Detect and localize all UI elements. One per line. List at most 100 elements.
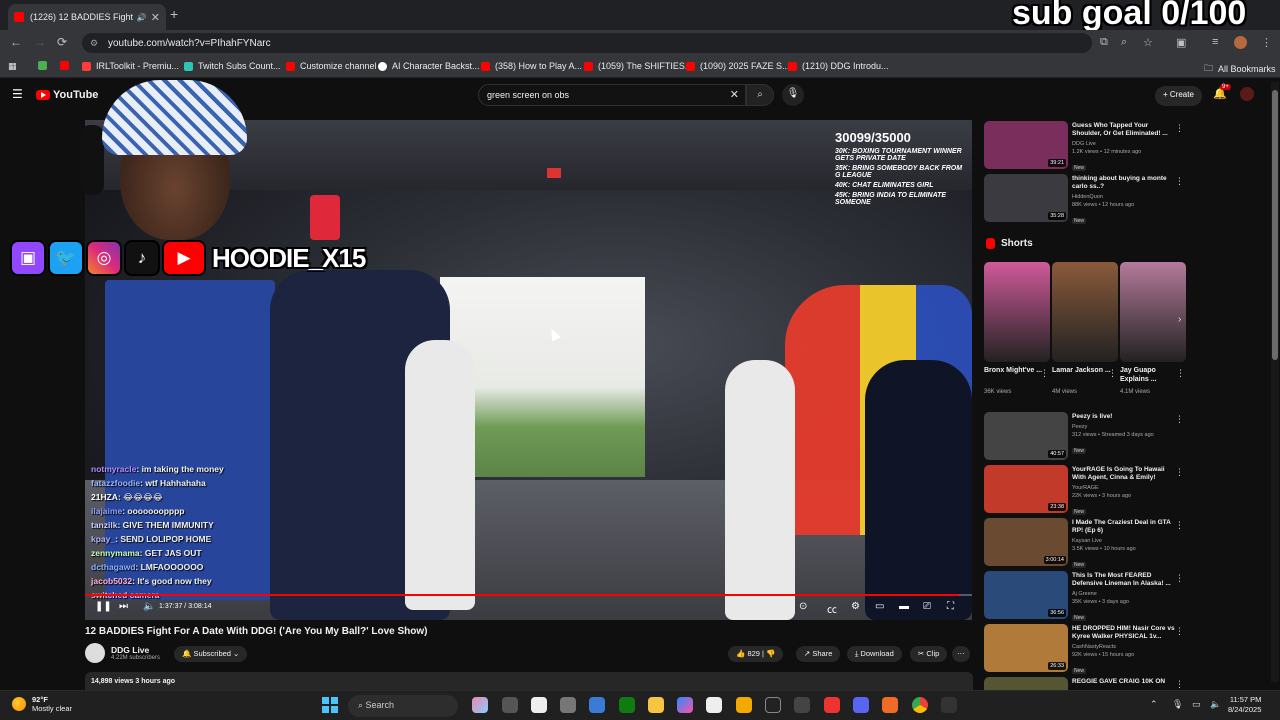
forward-icon[interactable]: → (34, 35, 46, 49)
bookmark-item[interactable]: Customize channel (286, 61, 377, 71)
start-button[interactable] (322, 697, 338, 713)
more-options-icon[interactable]: ⋮ (1175, 414, 1184, 425)
recommended-video[interactable]: 36:56 This Is The Most FEARED Defensive L… (984, 571, 1184, 621)
xbox-icon[interactable] (619, 697, 635, 713)
short-thumbnail[interactable] (1120, 262, 1186, 362)
like-button[interactable]: 👍 829 | 👎 (728, 646, 784, 662)
recommended-channel[interactable]: Peezy (1072, 423, 1176, 431)
create-button[interactable]: + Create (1155, 86, 1202, 106)
video-thumbnail[interactable]: 26:33 (984, 624, 1068, 672)
miniplayer-icon[interactable]: ▭ (875, 601, 884, 612)
bookmark-item[interactable]: (1210) DDG Introdu... (788, 61, 889, 71)
captions-icon[interactable]: ㏄ (827, 601, 837, 616)
search-button[interactable]: ⌕ (746, 84, 774, 106)
fullscreen-icon[interactable]: ⛶ (947, 601, 954, 612)
menu-kebab-icon[interactable]: ⋮ (1261, 36, 1272, 49)
autoplay-toggle[interactable]: ⊙ (799, 601, 807, 612)
search-input[interactable]: green screen on obs ✕ (478, 84, 746, 106)
system-clock[interactable]: 11:57 PM 8/24/2025 (1228, 695, 1261, 715)
back-icon[interactable]: ← (10, 35, 22, 49)
app-icon[interactable] (824, 697, 840, 713)
pause-button[interactable]: ❚❚ (95, 601, 112, 612)
recommended-channel[interactable]: CashNastyReacts (1072, 643, 1176, 651)
more-options-icon[interactable]: ⋮ (1175, 679, 1184, 690)
tray-chevron-icon[interactable]: ⌃ (1150, 699, 1158, 710)
volume-tray-icon[interactable]: 🔈 (1210, 699, 1221, 710)
more-options-icon[interactable]: ⋮ (1175, 573, 1184, 584)
profile-avatar[interactable] (1234, 36, 1247, 49)
more-actions-icon[interactable]: ⋯ (952, 646, 970, 662)
taskbar-search[interactable]: ⌕ Search (348, 695, 458, 717)
recommended-video[interactable]: 3:00:14 I Made The Craziest Deal in GTA R… (984, 518, 1184, 568)
weather-widget[interactable]: 92°F Mostly clear (12, 695, 72, 713)
recommended-channel[interactable]: Kaysan Live (1072, 537, 1176, 545)
short-title[interactable]: Jay Guapo Explains ... (1120, 366, 1180, 384)
install-app-icon[interactable]: ⧉ (1100, 36, 1108, 49)
clear-search-icon[interactable]: ✕ (730, 88, 739, 101)
shorts-next-chevron-icon[interactable]: › (1178, 314, 1181, 325)
bookmark-youtube-icon[interactable] (60, 61, 74, 70)
video-thumbnail[interactable]: 39:21 (984, 121, 1068, 169)
app-icon[interactable] (794, 697, 810, 713)
obs-icon[interactable] (765, 697, 781, 713)
recommended-title[interactable]: Peezy is live! (1072, 413, 1176, 421)
voice-search-button[interactable]: 🎙 (782, 84, 804, 106)
recommended-title[interactable]: This Is The Most FEARED Defensive Linema… (1072, 572, 1176, 588)
new-tab-button[interactable]: + (170, 6, 178, 22)
app-icon[interactable] (560, 697, 576, 713)
chrome-icon[interactable] (912, 697, 928, 713)
app-icon[interactable] (531, 697, 547, 713)
more-options-icon[interactable]: ⋮ (1108, 368, 1117, 379)
recommended-channel[interactable]: DDG Live (1072, 140, 1176, 148)
recommended-channel[interactable]: YourRAGE (1072, 484, 1176, 492)
download-button[interactable]: ⤓ Download (847, 646, 902, 662)
share-button[interactable]: ↗ Share (796, 646, 841, 662)
notepad-icon[interactable] (706, 697, 722, 713)
more-options-icon[interactable]: ⋮ (1175, 626, 1184, 637)
account-avatar[interactable] (1240, 87, 1254, 101)
bookmark-star-icon[interactable]: ☆ (1143, 36, 1153, 49)
more-options-icon[interactable]: ⋮ (1040, 368, 1049, 379)
recommended-video[interactable]: 26:33 HE DROPPED HIM! Nasir Core vs Kyree… (984, 624, 1184, 674)
video-thumbnail[interactable]: 36:56 (984, 571, 1068, 619)
recommended-title[interactable]: Guess Who Tapped Your Shoulder, Or Get E… (1072, 122, 1176, 138)
bookmark-item[interactable]: (358) How to Play A... (481, 61, 582, 71)
all-bookmarks-folder[interactable]: 🗀 All Bookmarks (1204, 61, 1276, 77)
recommended-title[interactable]: I Made The Craziest Deal in GTA RP! (Ep … (1072, 519, 1176, 535)
more-options-icon[interactable]: ⋮ (1175, 176, 1184, 187)
recommended-video[interactable]: 39:21 Guess Who Tapped Your Shoulder, Or … (984, 121, 1184, 171)
next-video-icon[interactable]: ⏭ (119, 601, 128, 612)
video-thumbnail[interactable]: 23:38 (984, 465, 1068, 513)
video-thumbnail[interactable]: 40:57 (984, 412, 1068, 460)
video-thumbnail[interactable]: 3:00:14 (984, 518, 1068, 566)
scrollbar-thumb[interactable] (1272, 90, 1278, 360)
channel-avatar[interactable] (85, 643, 105, 663)
discord-icon[interactable] (853, 697, 869, 713)
recommended-title[interactable]: REGGIE GAVE CRAIG 10K ON (1072, 678, 1176, 686)
more-options-icon[interactable]: ⋮ (1175, 520, 1184, 531)
clip-button[interactable]: ✂ Clip (910, 646, 948, 662)
cast-icon[interactable]: ⎚ (923, 601, 931, 612)
store-icon[interactable] (589, 697, 605, 713)
app-icon[interactable] (736, 697, 752, 713)
zoom-icon[interactable]: ⌕ (1121, 36, 1127, 49)
bookmark-item[interactable]: (1059) The SHIFTIES... (584, 61, 692, 71)
short-thumbnail[interactable] (984, 262, 1050, 362)
close-tab-icon[interactable]: ✕ (151, 11, 160, 24)
theater-mode-icon[interactable]: ▬ (899, 601, 909, 612)
video-thumbnail[interactable]: 35:28 (984, 174, 1068, 222)
network-icon[interactable]: ▭ (1192, 699, 1201, 710)
widgets-icon[interactable] (472, 697, 488, 713)
subscribed-button[interactable]: 🔔 Subscribed ⌄ (174, 646, 248, 662)
recommended-channel[interactable]: HiddenQuon (1072, 193, 1176, 201)
recommended-title[interactable]: YourRAGE Is Going To Hawaii With Agent, … (1072, 466, 1176, 482)
file-explorer-icon[interactable] (648, 697, 664, 713)
short-title[interactable]: Lamar Jackson ... (1052, 366, 1112, 375)
more-options-icon[interactable]: ⋮ (1175, 123, 1184, 134)
recommended-title[interactable]: HE DROPPED HIM! Nasir Core vs Kyree Walk… (1072, 625, 1176, 641)
microphone-tray-icon[interactable]: 🎙 (1172, 699, 1183, 710)
short-thumbnail[interactable] (1052, 262, 1118, 362)
site-info-icon[interactable]: ⚙ (90, 38, 100, 48)
recommended-video[interactable]: 23:38 YourRAGE Is Going To Hawaii With Ag… (984, 465, 1184, 515)
recommended-title[interactable]: thinking about buying a monte carlo ss..… (1072, 175, 1176, 191)
